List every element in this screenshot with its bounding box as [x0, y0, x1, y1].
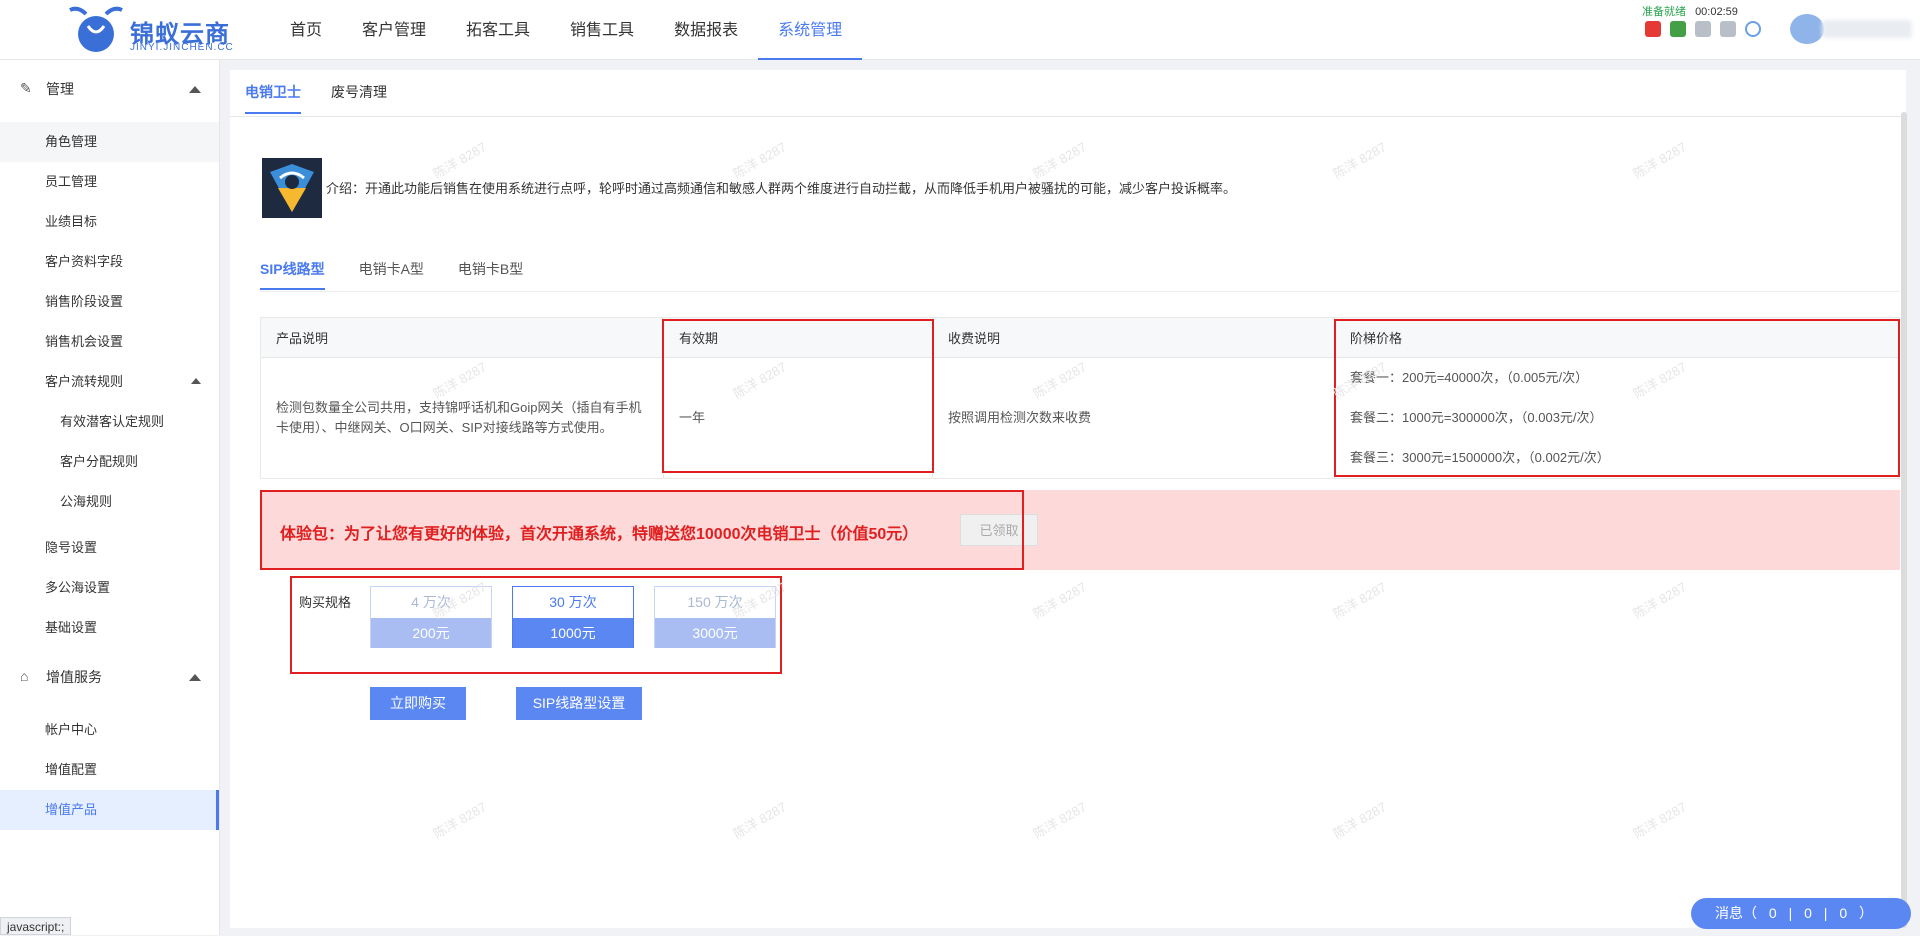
sidebar-item-staff[interactable]: 员工管理: [0, 162, 219, 202]
cell-desc: 检测包数量全公司共用，支持锦呼话机和Goip网关（插自有手机卡使用）、中继网关、…: [260, 357, 664, 479]
gift-icon: ⌂: [20, 668, 29, 684]
tab-number-cleanup[interactable]: 废号清理: [331, 70, 387, 114]
sidebar-group-value[interactable]: ⌂ 增值服务: [0, 648, 219, 706]
main-panel: 电销卫士 废号清理 介绍：开通此功能后销售在使用系统进行点呼，轮呼时通过高频通信…: [230, 70, 1907, 928]
sidebar-group-label: 管理: [46, 81, 74, 97]
watermark-text: 陈洋 8287: [1630, 799, 1689, 842]
highlight-promo: [260, 490, 1024, 570]
transfer-icon[interactable]: [1695, 21, 1711, 37]
nav-prospecting[interactable]: 拓客工具: [446, 0, 550, 60]
sub-tabs: SIP线路型 电销卡A型 电销卡B型: [260, 250, 523, 290]
call-status: 准备就绪 00:02:59: [1642, 3, 1738, 19]
hangup-icon[interactable]: [1645, 21, 1661, 37]
nav-reports[interactable]: 数据报表: [654, 0, 758, 60]
message-sep: |: [1823, 905, 1828, 921]
sidebar: ✎ 管理 角色管理 员工管理 业绩目标 客户资料字段 销售阶段设置 销售机会设置…: [0, 60, 220, 935]
col-fee: 收费说明: [932, 317, 1335, 358]
hold-icon[interactable]: [1720, 21, 1736, 37]
nav-system[interactable]: 系统管理: [758, 0, 863, 60]
message-pill[interactable]: 消息（ 0 | 0 | 0 ）: [1691, 898, 1911, 929]
sidebar-group-label: 增值服务: [46, 669, 102, 685]
sidebar-item-hidden-number[interactable]: 隐号设置: [0, 528, 219, 568]
watermark-text: 陈洋 8287: [1330, 139, 1389, 182]
call-tools: [1645, 21, 1761, 37]
sidebar-item-multi-pool[interactable]: 多公海设置: [0, 568, 219, 608]
highlight-tiers: [1334, 319, 1900, 477]
nav-sales-tools[interactable]: 销售工具: [550, 0, 654, 60]
message-count-1: 0: [1768, 905, 1777, 921]
sidebar-item-roles[interactable]: 角色管理: [0, 122, 219, 162]
cell-fee: 按照调用检测次数来收费: [932, 357, 1335, 479]
tab-divider: [230, 116, 1906, 117]
sidebar-item-label: 客户流转规则: [45, 374, 124, 389]
sidebar-item-stages[interactable]: 销售阶段设置: [0, 282, 219, 322]
sub-tab-divider: [260, 291, 1900, 292]
watermark-text: 陈洋 8287: [730, 139, 789, 182]
col-desc: 产品说明: [260, 317, 664, 358]
nav-home[interactable]: 首页: [270, 0, 342, 60]
scrollbar[interactable]: [1901, 112, 1907, 928]
brand-domain: JINYI.JINCHEN.CC: [130, 42, 234, 53]
buy-now-button[interactable]: 立即购买: [370, 687, 466, 720]
avatar[interactable]: [1790, 14, 1824, 44]
chevron-up-icon: [189, 674, 201, 681]
chevron-up-icon: [191, 378, 201, 384]
tab-card-b[interactable]: 电销卡B型: [458, 250, 523, 290]
highlight-validity: [662, 319, 934, 473]
watermark-text: 陈洋 8287: [1030, 799, 1089, 842]
browser-status-bar: javascript:;: [0, 917, 72, 935]
wrench-icon: ✎: [20, 80, 32, 96]
watermark-text: 陈洋 8287: [1630, 579, 1689, 622]
highlight-specs: [290, 576, 782, 674]
message-count-3: 0: [1839, 905, 1848, 921]
message-label: 消息（: [1715, 905, 1757, 921]
main-nav: 首页 客户管理 拓客工具 销售工具 数据报表 系统管理: [270, 0, 863, 60]
watermark-text: 陈洋 8287: [1330, 579, 1389, 622]
watermark-text: 陈洋 8287: [1330, 799, 1389, 842]
status-ready: 准备就绪: [1642, 6, 1686, 18]
sidebar-group-manage[interactable]: ✎ 管理: [0, 60, 219, 118]
sidebar-sub-pool-rules[interactable]: 公海规则: [0, 482, 219, 522]
shield-icon: [262, 158, 322, 218]
search-icon[interactable]: [1745, 21, 1761, 37]
watermark-text: 陈洋 8287: [430, 139, 489, 182]
watermark-text: 陈洋 8287: [730, 799, 789, 842]
watermark-text: 陈洋 8287: [1630, 139, 1689, 182]
top-tabs: 电销卫士 废号清理: [245, 70, 387, 114]
tab-sip[interactable]: SIP线路型: [260, 250, 325, 290]
tab-call-guard[interactable]: 电销卫士: [245, 70, 301, 114]
nav-customers[interactable]: 客户管理: [342, 0, 446, 60]
ant-logo-icon: [69, 6, 123, 52]
watermark-text: 陈洋 8287: [430, 799, 489, 842]
sidebar-item-value-config[interactable]: 增值配置: [0, 750, 219, 790]
chevron-up-icon: [189, 86, 201, 93]
username-blurred[interactable]: [1822, 20, 1912, 38]
sidebar-item-value-products[interactable]: 增值产品: [0, 790, 219, 830]
sidebar-sub-lead-rules[interactable]: 有效潜客认定规则: [0, 402, 219, 442]
watermark-text: 陈洋 8287: [1030, 139, 1089, 182]
sidebar-item-flow-rules[interactable]: 客户流转规则: [0, 362, 219, 402]
sip-settings-button[interactable]: SIP线路型设置: [516, 687, 642, 720]
message-sep: |: [1788, 905, 1793, 921]
intro-text: 介绍：开通此功能后销售在使用系统进行点呼，轮呼时通过高频通信和敏感人群两个维度进…: [326, 181, 1237, 196]
sidebar-item-basic[interactable]: 基础设置: [0, 608, 219, 648]
sidebar-item-targets[interactable]: 业绩目标: [0, 202, 219, 242]
phone-icon[interactable]: [1670, 21, 1686, 37]
top-header: 锦蚁云商 JINYI.JINCHEN.CC 首页 客户管理 拓客工具 销售工具 …: [0, 0, 1920, 60]
message-count-2: 0: [1804, 905, 1812, 921]
sidebar-sub-assign-rules[interactable]: 客户分配规则: [0, 442, 219, 482]
watermark-text: 陈洋 8287: [1030, 579, 1089, 622]
sidebar-item-account[interactable]: 帐户中心: [0, 710, 219, 750]
status-time: 00:02:59: [1695, 6, 1738, 18]
brand-logo[interactable]: 锦蚁云商 JINYI.JINCHEN.CC: [64, 4, 234, 56]
tab-card-a[interactable]: 电销卡A型: [359, 250, 424, 290]
sidebar-item-fields[interactable]: 客户资料字段: [0, 242, 219, 282]
message-close: ）: [1859, 905, 1874, 921]
sidebar-item-opportunities[interactable]: 销售机会设置: [0, 322, 219, 362]
